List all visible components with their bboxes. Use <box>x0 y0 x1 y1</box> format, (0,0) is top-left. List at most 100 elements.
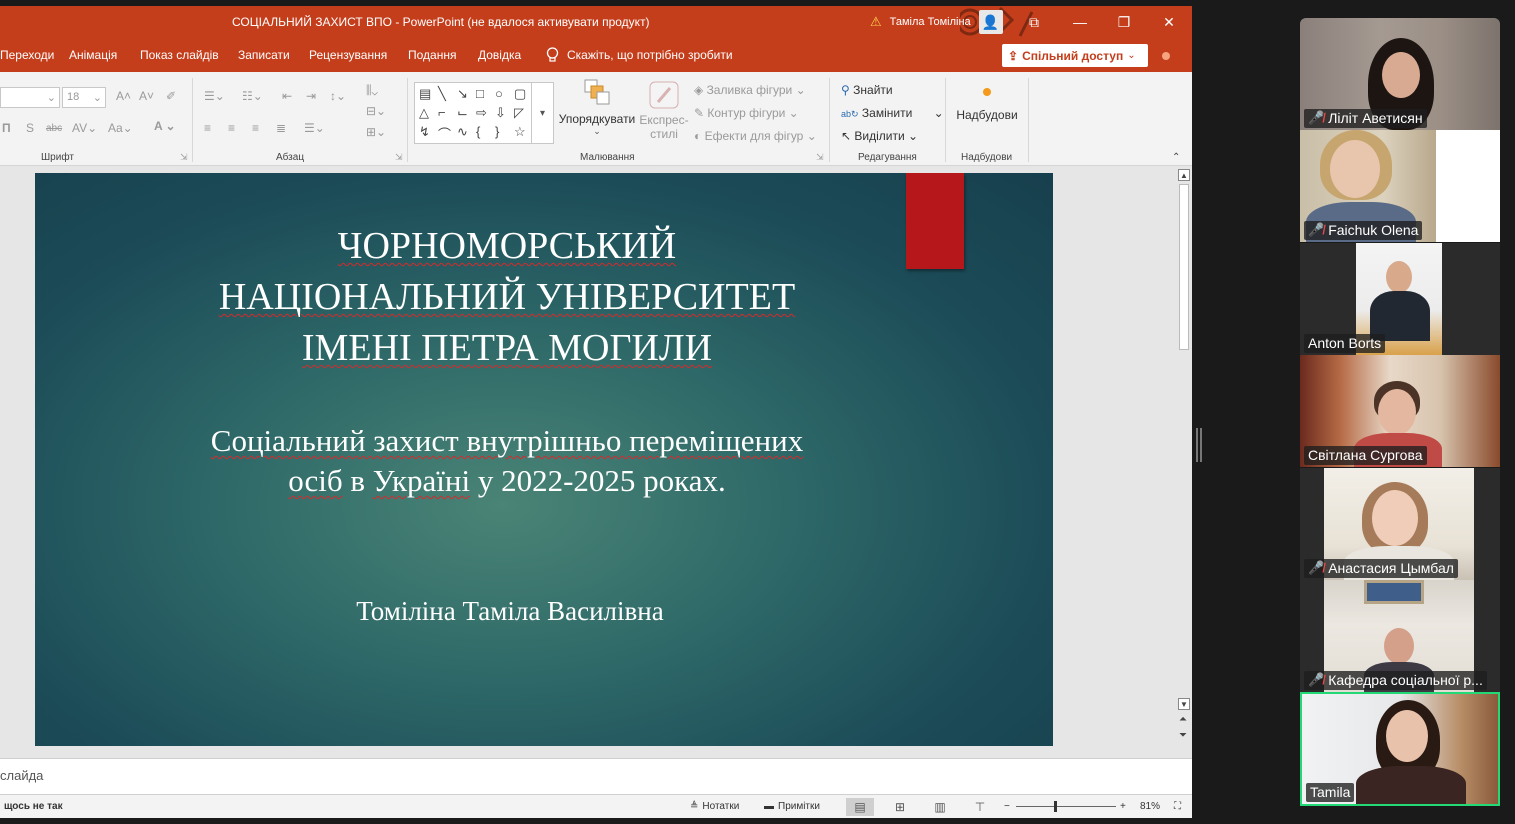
arrow-line-shape-icon[interactable]: ↘ <box>457 86 476 105</box>
minimize-button[interactable]: — <box>1057 10 1103 34</box>
drawing-dialog-launcher-icon[interactable]: ⇲ <box>816 152 824 163</box>
left-brace-icon[interactable]: { <box>476 124 495 143</box>
strikethrough-icon[interactable]: abc <box>46 123 62 134</box>
participant-tile[interactable]: 🎤̸ Faichuk Olena <box>1300 130 1500 242</box>
font-dialog-launcher-icon[interactable]: ⇲ <box>180 152 188 163</box>
freeform-shape-icon[interactable]: ∿ <box>457 124 476 143</box>
shape-outline-button[interactable]: ✎ Контур фігури ⌄ <box>694 106 799 120</box>
tell-me-search[interactable]: Скажіть, що потрібно зробити <box>546 47 733 63</box>
ribbon-display-options-icon[interactable]: ⧉ <box>1011 10 1057 34</box>
tab-animations[interactable]: Анімація <box>69 48 117 62</box>
curve-shape-icon[interactable]: ↯ <box>419 124 438 143</box>
scroll-down-icon[interactable]: ▼ <box>1178 698 1190 710</box>
slide-title[interactable]: ЧОРНОМОРСЬКИЙ НАЦІОНАЛЬНИЙ УНІВЕРСИТЕТ І… <box>35 221 979 374</box>
underline-icon[interactable]: П <box>2 121 11 135</box>
participant-tile[interactable]: 🎤̸ Ліліт Аветисян <box>1300 18 1500 130</box>
previous-slide-icon[interactable]: ⏶ <box>1179 714 1187 725</box>
scroll-thumb[interactable] <box>1179 184 1189 350</box>
close-button[interactable]: ✕ <box>1146 10 1192 34</box>
tab-review[interactable]: Рецензування <box>309 48 387 62</box>
tab-slideshow[interactable]: Показ слайдів <box>140 48 219 62</box>
line-shape-icon[interactable]: ╲ <box>438 86 457 105</box>
zoom-slider[interactable] <box>1016 806 1116 807</box>
decrease-indent-icon[interactable]: ⇤ <box>282 89 292 103</box>
columns-icon[interactable]: ☰⌄ <box>304 121 325 135</box>
addins-button[interactable]: Надбудови <box>952 86 1022 122</box>
next-slide-icon[interactable]: ⏷ <box>1179 730 1187 741</box>
restore-button[interactable]: ❐ <box>1101 10 1147 34</box>
tab-view[interactable]: Подання <box>408 48 456 62</box>
align-left-icon[interactable]: ≡ <box>204 121 211 135</box>
slide-canvas[interactable]: ЧОРНОМОРСЬКИЙ НАЦІОНАЛЬНИЙ УНІВЕРСИТЕТ І… <box>35 173 1053 746</box>
notes-button[interactable]: ≜ Нотатки <box>690 801 739 812</box>
shadow-icon[interactable]: S <box>26 121 34 135</box>
right-arrow-shape-icon[interactable]: ⇨ <box>476 105 495 124</box>
slide-subtitle[interactable]: Соціальний захист внутрішньо переміщених… <box>35 421 979 501</box>
comments-indicator-icon[interactable] <box>1162 52 1170 60</box>
justify-icon[interactable]: ≣ <box>276 121 286 135</box>
normal-view-button[interactable]: ▤ <box>846 798 874 816</box>
participant-tile[interactable]: Anton Borts <box>1300 243 1500 355</box>
tab-record[interactable]: Записати <box>238 48 290 62</box>
zoom-in-icon[interactable]: + <box>1120 801 1126 812</box>
numbering-icon[interactable]: ☷⌄ <box>242 89 263 103</box>
panel-splitter[interactable] <box>1196 428 1202 462</box>
clear-formatting-icon[interactable]: ✐ <box>166 89 176 103</box>
elbow-connector-icon[interactable]: ⌐ <box>438 105 457 124</box>
zoom-slider-thumb[interactable] <box>1054 801 1057 812</box>
shape-fill-button[interactable]: ◈ Заливка фігури ⌄ <box>694 83 806 97</box>
arrange-button[interactable]: Упорядкувати ⌄ <box>558 78 636 137</box>
zoom-level[interactable]: 81% <box>1140 801 1160 812</box>
slide-author[interactable]: Томіліна Таміла Василівна <box>35 596 985 627</box>
down-arrow-shape-icon[interactable]: ⇩ <box>495 105 514 124</box>
smartart-icon[interactable]: ⊞⌄ <box>366 125 386 139</box>
font-size-combo[interactable]: 18 ⌄ <box>62 87 106 108</box>
shrink-font-icon[interactable]: A˅ <box>139 89 154 103</box>
user-avatar-icon[interactable]: 👤 <box>978 10 1003 34</box>
participant-tile[interactable]: 🎤̸ Кафедра соціальної р... <box>1300 580 1500 692</box>
comments-button[interactable]: ▬ Примітки <box>764 801 820 812</box>
slide-sorter-view-button[interactable]: ⊞ <box>886 798 914 816</box>
vertical-scrollbar[interactable]: ▲ ▼ ⏶ ⏷ <box>1176 166 1192 758</box>
line-spacing-icon[interactable]: ↕⌄ <box>330 89 346 103</box>
collapse-ribbon-icon[interactable]: ⌃ <box>1172 152 1180 163</box>
participant-tile[interactable]: Світлана Сургова <box>1300 355 1500 467</box>
character-spacing-icon[interactable]: AV⌄ <box>72 121 97 135</box>
align-center-icon[interactable]: ≡ <box>228 121 235 135</box>
font-color-icon[interactable]: A ⌄ <box>154 119 176 133</box>
slideshow-view-button[interactable]: ⊤ <box>966 798 994 816</box>
triangle-shape-icon[interactable]: △ <box>419 105 438 124</box>
paragraph-dialog-launcher-icon[interactable]: ⇲ <box>395 152 403 163</box>
shapes-gallery[interactable]: ▤ ╲ ↘ □ ○ ▢ △ ⌐ ⌙ ⇨ ⇩ ◸ ↯ ⌒ ∿ { } ☆ ▾ <box>414 82 554 144</box>
find-button[interactable]: ⚲ Знайти <box>841 83 893 97</box>
notes-pane[interactable]: слайда <box>0 758 1192 794</box>
connector-icon[interactable]: ⌙ <box>457 105 476 124</box>
reading-view-button[interactable]: ▥ <box>926 798 954 816</box>
grow-font-icon[interactable]: A˄ <box>116 89 131 103</box>
shape-effects-button[interactable]: ◐ Ефекти для фігур ⌄ <box>694 129 817 143</box>
arc-shape-icon[interactable]: ⌒ <box>438 124 457 143</box>
shapes-more-icon[interactable]: ▾ <box>531 83 553 143</box>
participant-tile-active-speaker[interactable]: Tamila <box>1300 692 1500 806</box>
align-text-icon[interactable]: ⊟⌄ <box>366 104 386 118</box>
right-brace-icon[interactable]: } <box>495 124 514 143</box>
text-direction-icon[interactable]: ⫼⌄ <box>366 83 378 98</box>
font-name-combo[interactable]: ⌄ <box>0 87 60 108</box>
share-button[interactable]: ⇪ Спільний доступ ⌄ <box>1002 44 1148 67</box>
scroll-up-icon[interactable]: ▲ <box>1178 169 1190 181</box>
replace-button[interactable]: ab↻ Замінити ⌄ <box>841 106 944 120</box>
tab-transitions[interactable]: Переходи <box>0 48 54 62</box>
account-area[interactable]: ⚠ Таміла Томіліна 👤 <box>870 10 1003 34</box>
quick-styles-button[interactable]: Експрес-стилі <box>638 80 690 141</box>
participant-tile[interactable]: 🎤̸ Анастасия Цымбал <box>1300 468 1500 580</box>
textbox-shape-icon[interactable]: ▤ <box>419 86 438 105</box>
fit-to-window-icon[interactable]: ⛶ <box>1174 801 1181 812</box>
align-right-icon[interactable]: ≡ <box>252 121 259 135</box>
rectangle-shape-icon[interactable]: □ <box>476 86 495 105</box>
select-button[interactable]: ↖ Виділити ⌄ <box>841 129 918 143</box>
oval-shape-icon[interactable]: ○ <box>495 86 514 105</box>
bullets-icon[interactable]: ☰⌄ <box>204 89 225 103</box>
increase-indent-icon[interactable]: ⇥ <box>306 89 316 103</box>
change-case-icon[interactable]: Aa⌄ <box>108 121 133 135</box>
tab-help[interactable]: Довідка <box>478 48 521 62</box>
